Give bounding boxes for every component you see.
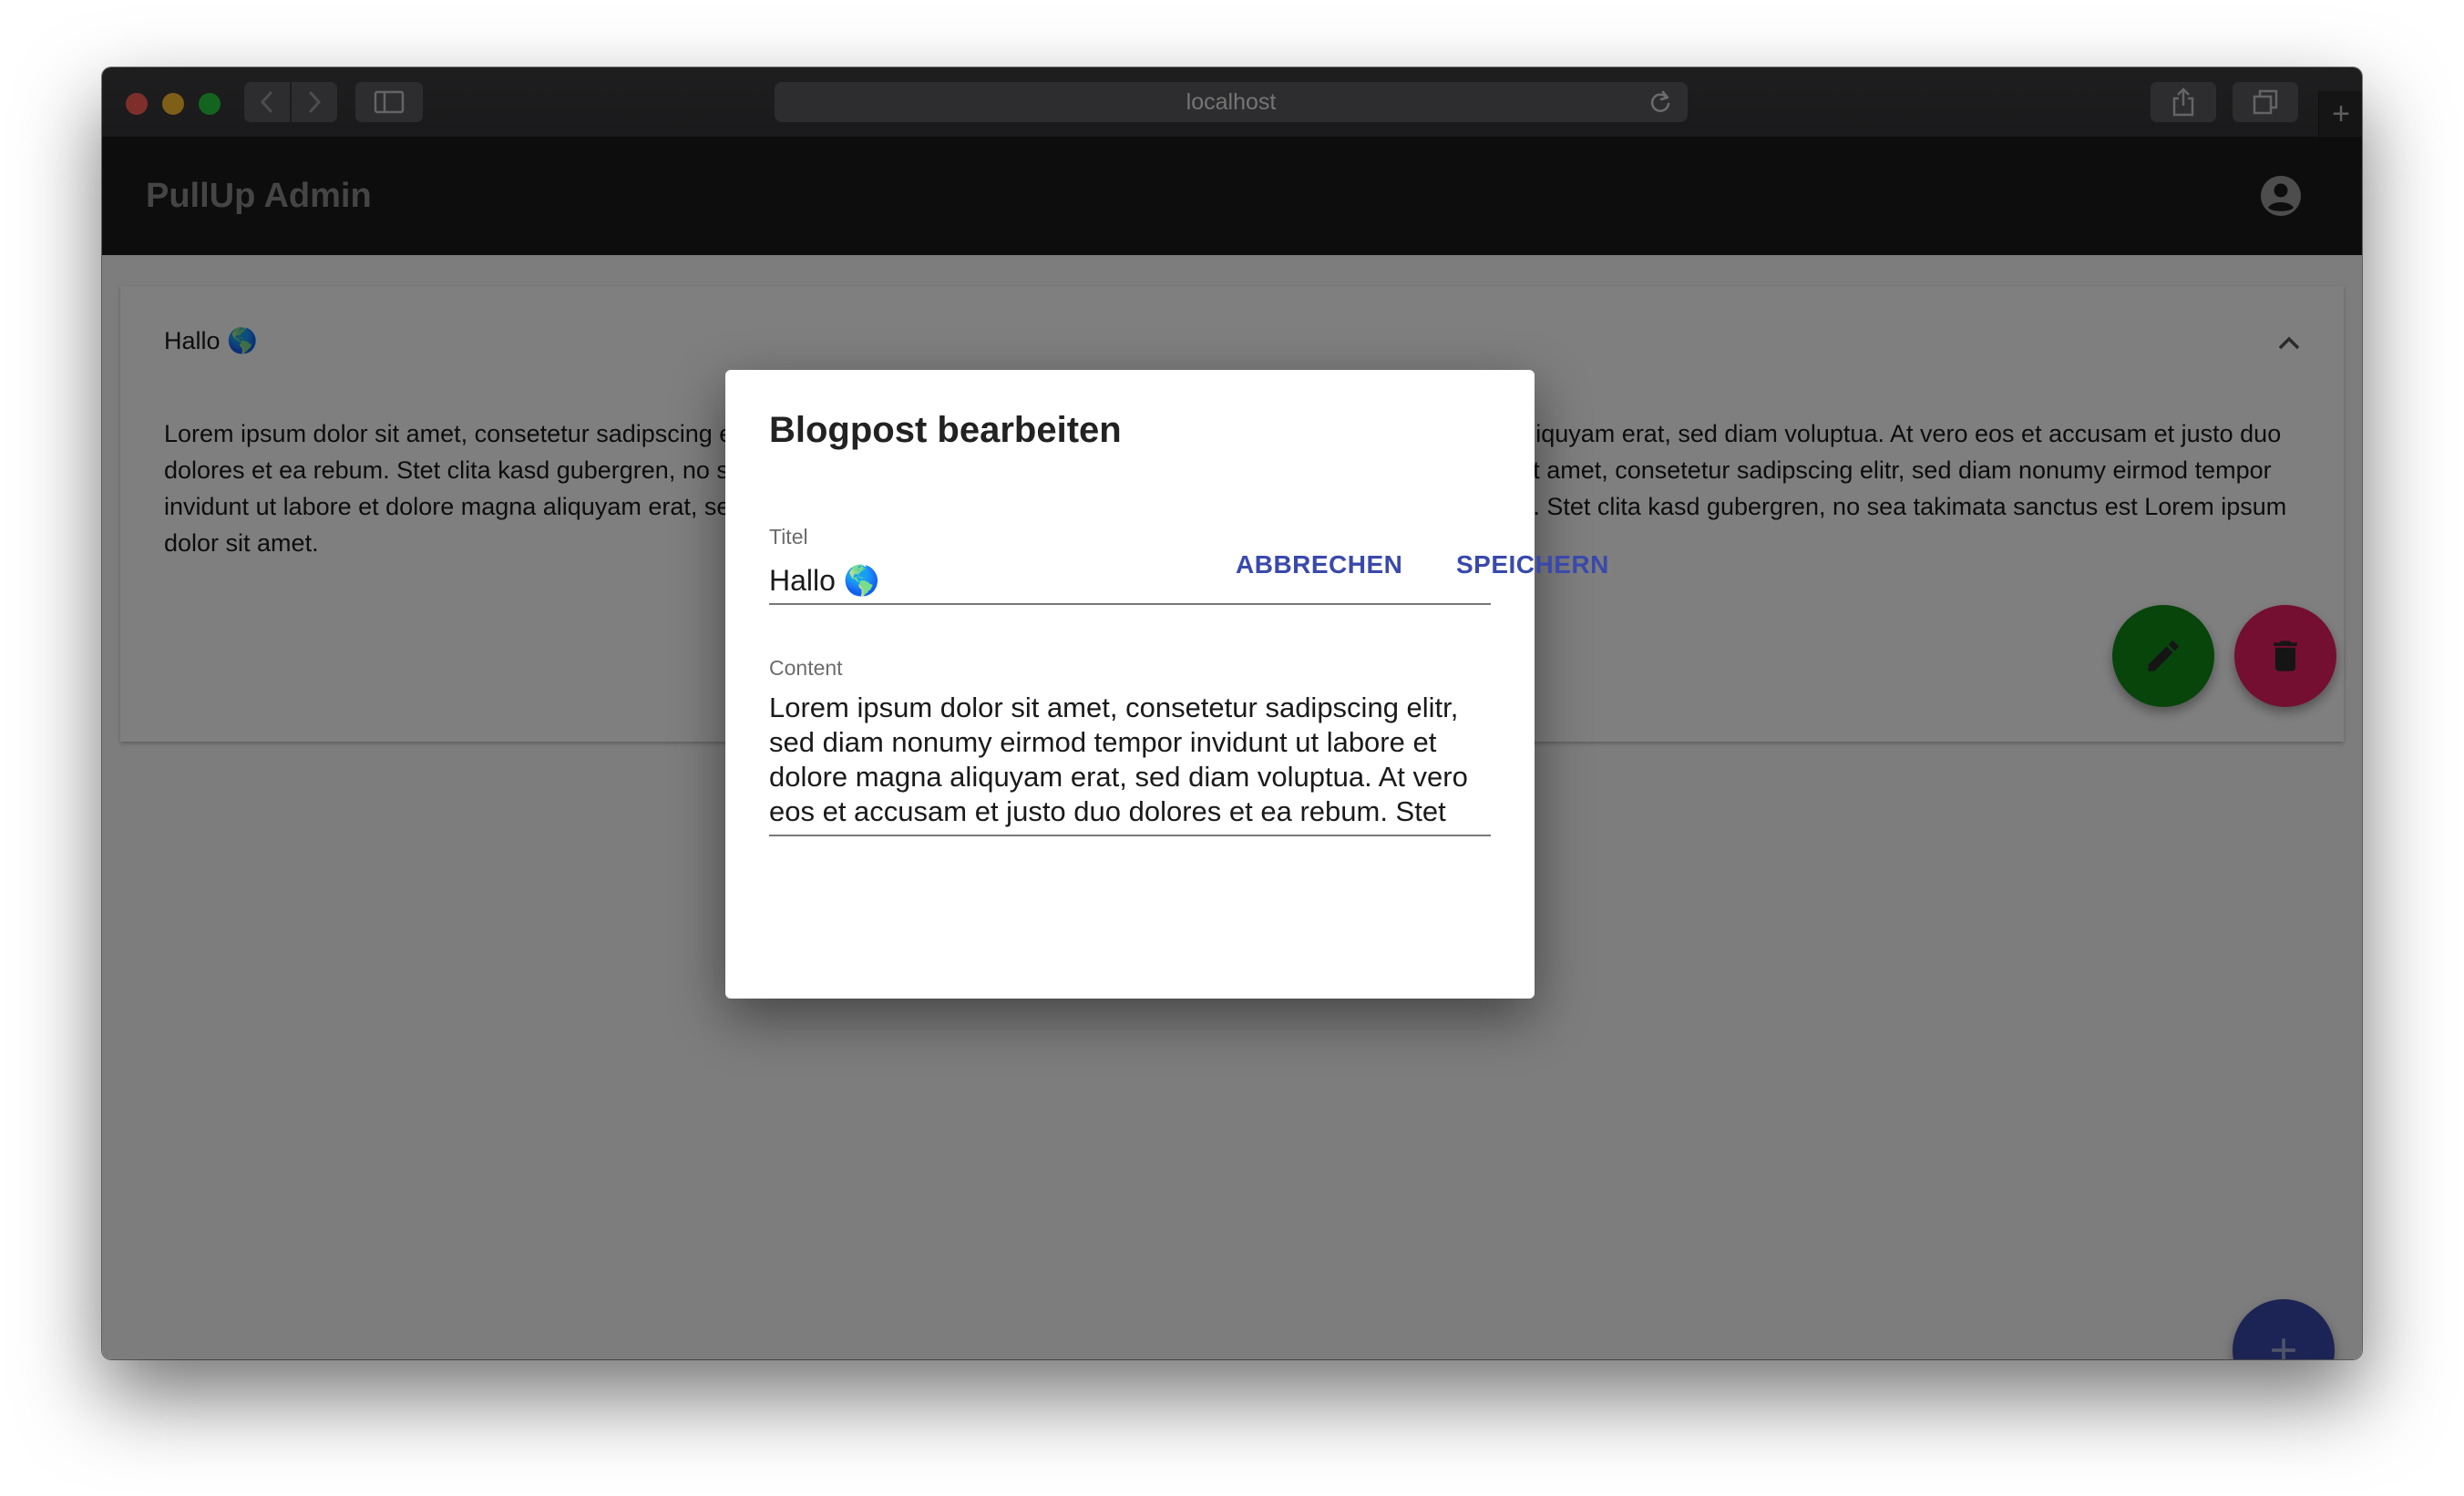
dialog-title: Blogpost bearbeiten [769, 410, 1122, 450]
save-button[interactable]: SPEICHERN [1456, 550, 1609, 579]
title-field-label: Titel [769, 525, 808, 548]
edit-blogpost-dialog: Blogpost bearbeiten Titel Content Lorem … [725, 370, 1535, 999]
content-field-label: Content [769, 656, 843, 680]
content-textarea[interactable]: Lorem ipsum dolor sit amet, consetetur s… [769, 691, 1491, 836]
cancel-button[interactable]: ABBRECHEN [1236, 550, 1402, 579]
